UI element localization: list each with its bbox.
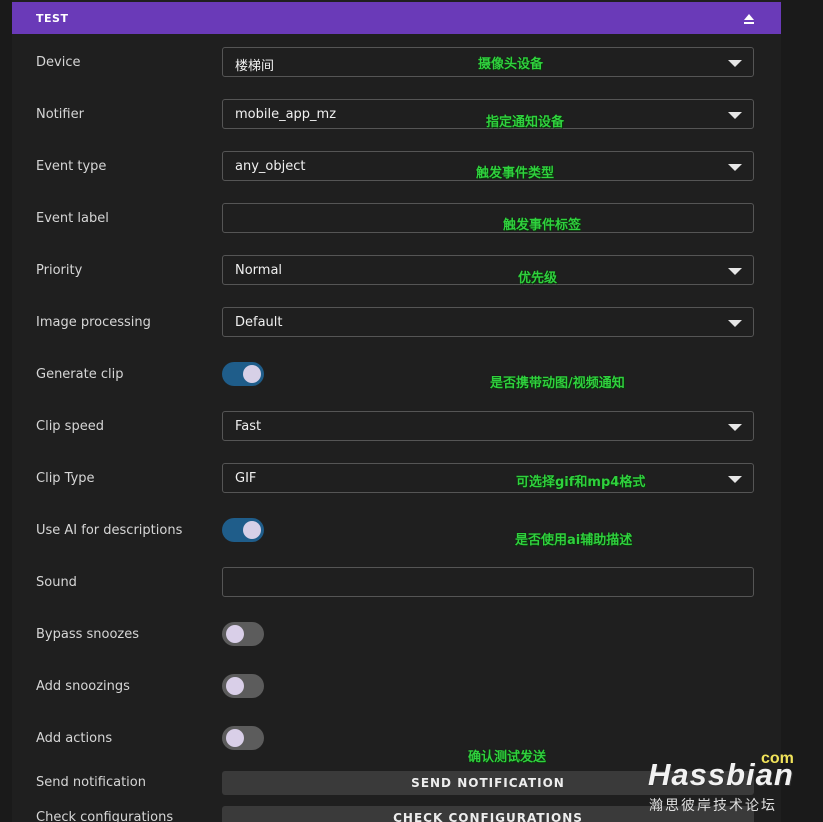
clip-type-value: GIF — [235, 471, 257, 486]
toggle-knob — [226, 625, 244, 643]
toggle-knob — [243, 521, 261, 539]
device-value: 楼梯间 — [235, 59, 275, 74]
sound-label: Sound — [36, 575, 77, 590]
event-type-annotation: 触发事件类型 — [476, 166, 555, 181]
use-ai-toggle[interactable] — [222, 518, 264, 542]
event-label-label: Event label — [36, 211, 109, 226]
add-actions-label: Add actions — [36, 731, 113, 746]
toggle-knob — [226, 677, 244, 695]
image-processing-value: Default — [235, 315, 283, 330]
notifier-annotation: 指定通知设备 — [486, 115, 565, 130]
event-type-label: Event type — [36, 159, 107, 174]
priority-annotation: 优先级 — [518, 271, 558, 286]
chevron-down-icon[interactable] — [728, 164, 742, 171]
event-label-annotation: 触发事件标签 — [503, 218, 582, 233]
send-notification-label: Send notification — [36, 775, 146, 790]
event-type-value: any_object — [235, 159, 306, 174]
add-actions-toggle[interactable] — [222, 726, 264, 750]
priority-select[interactable]: Normal — [222, 255, 754, 285]
clip-speed-value: Fast — [235, 419, 262, 434]
chevron-down-icon[interactable] — [728, 268, 742, 275]
clip-speed-select[interactable]: Fast — [222, 411, 754, 441]
chevron-down-icon[interactable] — [728, 112, 742, 119]
bypass-snoozes-toggle[interactable] — [222, 622, 264, 646]
use-ai-annotation: 是否使用ai辅助描述 — [515, 533, 633, 548]
use-ai-label: Use AI for descriptions — [36, 523, 183, 538]
generate-clip-label: Generate clip — [36, 367, 124, 382]
bypass-snoozes-label: Bypass snoozes — [36, 627, 140, 642]
image-processing-label: Image processing — [36, 315, 151, 330]
card-header[interactable]: TEST — [12, 2, 781, 34]
chevron-down-icon[interactable] — [728, 320, 742, 327]
clip-type-annotation: 可选择gif和mp4格式 — [516, 475, 646, 490]
check-configurations-label: Check configurations — [36, 810, 174, 822]
sound-input[interactable] — [222, 567, 754, 597]
notifier-value: mobile_app_mz — [235, 107, 337, 122]
toggle-knob — [243, 365, 261, 383]
clip-speed-label: Clip speed — [36, 419, 104, 434]
device-label: Device — [36, 55, 81, 70]
card-title: TEST — [36, 12, 69, 25]
generate-clip-annotation: 是否携带动图/视频通知 — [490, 376, 625, 391]
watermark-subtitle: 瀚思彼岸技术论坛 — [649, 798, 777, 814]
add-snoozings-label: Add snoozings — [36, 679, 130, 694]
device-annotation: 摄像头设备 — [478, 57, 544, 72]
clip-type-select[interactable]: GIF — [222, 463, 754, 493]
notifier-label: Notifier — [36, 107, 84, 122]
clip-type-label: Clip Type — [36, 471, 95, 486]
watermark-logo: Hassbian — [648, 757, 794, 792]
send-test-annotation: 确认测试发送 — [468, 750, 547, 765]
generate-clip-toggle[interactable] — [222, 362, 264, 386]
add-snoozings-toggle[interactable] — [222, 674, 264, 698]
collapse-chevron-icon[interactable] — [744, 14, 754, 24]
chevron-down-icon[interactable] — [728, 60, 742, 67]
priority-label: Priority — [36, 263, 83, 278]
image-processing-select[interactable]: Default — [222, 307, 754, 337]
test-card: TEST Device 楼梯间 Notifier mobile_app_mz E… — [12, 0, 781, 822]
toggle-knob — [226, 729, 244, 747]
chevron-down-icon[interactable] — [728, 476, 742, 483]
event-label-input[interactable] — [222, 203, 754, 233]
priority-value: Normal — [235, 263, 283, 278]
chevron-down-icon[interactable] — [728, 424, 742, 431]
